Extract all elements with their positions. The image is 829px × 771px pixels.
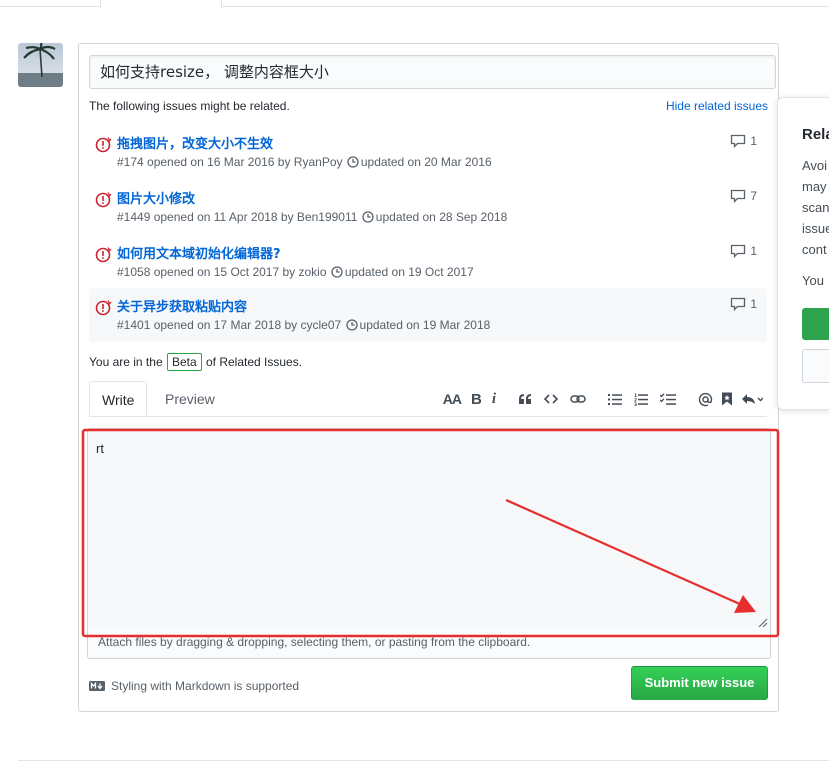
- submit-new-issue-button[interactable]: Submit new issue: [631, 666, 768, 700]
- comment-icon: [731, 297, 746, 312]
- tab-preview[interactable]: Preview: [153, 381, 227, 416]
- clock-icon: [362, 211, 374, 226]
- link-icon[interactable]: [570, 393, 586, 405]
- related-issue-title[interactable]: 关于异步获取粘贴内容: [117, 296, 247, 315]
- related-issue-meta: #1449 opened on 11 Apr 2018 by Ben199011…: [117, 210, 508, 226]
- comment-icon: [731, 134, 746, 149]
- comment-icon: [731, 189, 746, 204]
- hide-related-issues-link[interactable]: Hide related issues: [666, 99, 768, 113]
- file-attachment-dropzone[interactable]: Attach files by dragging & dropping, sel…: [87, 627, 771, 659]
- resize-handle-icon[interactable]: [758, 615, 768, 628]
- clock-icon: [331, 266, 343, 281]
- svg-text:3: 3: [634, 402, 637, 406]
- related-issue: 如何用文本域初始化编辑器? #1058 opened on 15 Oct 201…: [89, 235, 767, 289]
- issue-opened-icon: [95, 299, 113, 317]
- bottom-divider: [18, 760, 829, 761]
- related-issue-meta: #1401 opened on 17 Mar 2018 by cycle07 u…: [117, 318, 491, 334]
- mention-icon[interactable]: [698, 392, 713, 407]
- comment-count[interactable]: 1: [730, 244, 757, 259]
- clock-icon: [345, 319, 358, 334]
- clock-icon: [347, 156, 359, 171]
- task-list-icon[interactable]: [660, 392, 676, 406]
- related-issue-meta: #1058 opened on 15 Oct 2017 by zokio upd…: [117, 265, 474, 281]
- italic-button[interactable]: i: [492, 391, 496, 408]
- markdown-icon: [89, 681, 105, 691]
- related-issue-title[interactable]: 图片大小修改: [117, 188, 195, 207]
- comment-count[interactable]: 1: [730, 297, 757, 312]
- card-text-line: You: [802, 273, 824, 288]
- card-primary-button[interactable]: [802, 308, 829, 340]
- tab-write[interactable]: Write: [89, 381, 148, 416]
- comment-count[interactable]: 1: [730, 134, 757, 149]
- avatar: [18, 43, 63, 87]
- related-issues-note: The following issues might be related.: [89, 99, 290, 113]
- heading-button[interactable]: AA: [443, 391, 462, 407]
- comment-body-textarea[interactable]: rt: [87, 428, 771, 628]
- issue-title-input[interactable]: 如何支持resize， 调整内容框大小: [89, 55, 776, 89]
- related-issue: 关于异步获取粘贴内容 #1401 opened on 17 Mar 2018 b…: [89, 288, 767, 342]
- card-text-line: Avoi: [802, 158, 828, 173]
- attach-hint: Attach files by dragging & dropping, sel…: [98, 635, 531, 649]
- new-issue-form: 如何支持resize， 调整内容框大小 The following issues…: [78, 43, 779, 712]
- related-issue-title[interactable]: 拖拽图片，改变大小不生效: [117, 133, 273, 152]
- card-text-line: scan: [802, 200, 829, 215]
- comment-body-text: rt: [96, 441, 104, 456]
- related-issues-intro-card: Rela Avoi may scan issue cont You: [777, 97, 829, 410]
- card-pointer: [778, 111, 787, 130]
- related-issue: 图片大小修改 #1449 opened on 11 Apr 2018 by Be…: [89, 180, 767, 234]
- comment-icon: [731, 244, 746, 259]
- related-issue: 拖拽图片，改变大小不生效 #174 opened on 16 Mar 2016 …: [89, 125, 767, 179]
- quote-icon[interactable]: [518, 393, 532, 405]
- beta-notice: You are in the Beta of Related Issues.: [89, 353, 303, 371]
- issue-opened-icon: [95, 136, 113, 154]
- bookmark-icon[interactable]: [721, 392, 733, 406]
- markdown-toolbar: AA B i 123: [431, 389, 763, 409]
- issue-opened-icon: [95, 246, 113, 264]
- ordered-list-icon[interactable]: 123: [634, 393, 648, 406]
- card-secondary-button[interactable]: [802, 349, 829, 383]
- unordered-list-icon[interactable]: [608, 393, 622, 406]
- top-tab-fragment: [100, 0, 222, 8]
- comment-count[interactable]: 7: [730, 189, 757, 204]
- reply-icon[interactable]: [741, 392, 763, 406]
- card-heading: Rela: [802, 126, 829, 143]
- card-text-line: cont: [802, 242, 827, 257]
- related-issue-title[interactable]: 如何用文本域初始化编辑器?: [117, 243, 281, 262]
- issue-opened-icon: [95, 191, 113, 209]
- card-text-line: may: [802, 179, 827, 194]
- editor-tabs: Write Preview AA B i 123: [89, 381, 767, 417]
- code-icon[interactable]: [544, 393, 558, 405]
- markdown-support-note: Styling with Markdown is supported: [89, 679, 299, 693]
- beta-badge: Beta: [166, 353, 202, 371]
- card-text-line: issue: [802, 221, 829, 236]
- related-issue-meta: #174 opened on 16 Mar 2016 by RyanPoy up…: [117, 155, 492, 171]
- bold-button[interactable]: B: [471, 391, 482, 408]
